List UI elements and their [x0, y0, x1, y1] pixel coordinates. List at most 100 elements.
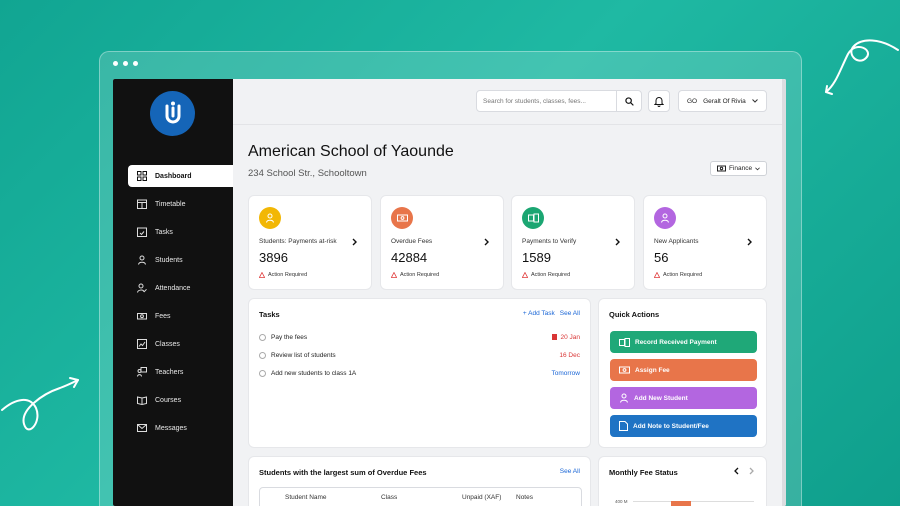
- mail-icon: [136, 423, 147, 434]
- user-check-icon: [136, 283, 147, 294]
- overdue-title: Students with the largest sum of Overdue…: [259, 468, 427, 477]
- task-item[interactable]: Pay the fees 20 Jan: [259, 332, 580, 342]
- column-header[interactable]: Notes: [516, 494, 533, 501]
- stats-row: Students: Payments at-risk 3896 Action R…: [248, 195, 767, 290]
- school-logo[interactable]: [150, 91, 195, 136]
- payment-verify-icon: [522, 207, 544, 229]
- stat-card-overdue-fees[interactable]: Overdue Fees 42884 Action Required: [380, 195, 504, 290]
- student-icon: [136, 255, 147, 266]
- warning-icon: [259, 272, 265, 278]
- sidebar-nav: Dashboard Timetable Tasks Students Atten…: [128, 165, 233, 445]
- sidebar-item-label: Teachers: [155, 368, 184, 376]
- sidebar: Dashboard Timetable Tasks Students Atten…: [113, 79, 233, 506]
- monthly-title: Monthly Fee Status: [609, 468, 678, 477]
- sidebar-item-students[interactable]: Students: [128, 249, 233, 271]
- task-checkbox[interactable]: [259, 351, 266, 359]
- quick-actions-title: Quick Actions: [609, 310, 660, 319]
- column-header[interactable]: Unpaid (XAF): [462, 494, 501, 501]
- student-icon: [259, 207, 281, 229]
- task-due-date: 20 Jan: [560, 333, 580, 341]
- sidebar-item-tasks[interactable]: Tasks: [128, 221, 233, 243]
- view-selector[interactable]: Finance: [710, 161, 767, 176]
- stat-label: New Applicants: [654, 238, 699, 245]
- task-due: 20 Jan: [552, 334, 580, 341]
- stat-card-payments-to-verify[interactable]: Payments to Verify 1589 Action Required: [511, 195, 635, 290]
- user-menu[interactable]: GO Geralt Of Rivia: [678, 90, 767, 112]
- teacher-icon: [136, 367, 147, 378]
- view-selector-label: Finance: [728, 165, 753, 172]
- notifications-button[interactable]: [648, 90, 670, 112]
- task-due: 16 Dec: [559, 352, 580, 359]
- scrollbar[interactable]: [782, 79, 786, 506]
- sidebar-item-attendance[interactable]: Attendance: [128, 277, 233, 299]
- window-controls: [113, 61, 138, 66]
- stat-value: 42884: [391, 250, 428, 265]
- search-icon: [624, 96, 634, 106]
- stat-status-text: Action Required: [400, 272, 440, 278]
- sidebar-item-label: Dashboard: [155, 172, 192, 180]
- chevron-right-icon: [615, 238, 620, 246]
- task-due: Tomorrow: [551, 370, 580, 377]
- chevron-right-icon[interactable]: [749, 467, 754, 475]
- add-task-link[interactable]: + Add Task: [523, 310, 555, 317]
- student-icon: [619, 393, 629, 403]
- money-icon: [716, 165, 726, 172]
- stat-status: Action Required: [522, 272, 570, 278]
- stat-card-new-applicants[interactable]: New Applicants 56 Action Required: [643, 195, 767, 290]
- money-icon: [619, 366, 630, 374]
- window-dot-icon: [113, 61, 118, 66]
- column-header[interactable]: Class: [381, 494, 397, 501]
- stat-card-payments-at-risk[interactable]: Students: Payments at-risk 3896 Action R…: [248, 195, 372, 290]
- task-due-date: 16 Dec: [559, 351, 580, 359]
- decorative-swirl-left: [1, 377, 79, 431]
- sidebar-item-label: Fees: [155, 312, 171, 320]
- task-checkbox[interactable]: [259, 333, 266, 341]
- stat-status: Action Required: [259, 272, 307, 278]
- chart-board-icon: [136, 339, 147, 350]
- money-icon: [391, 207, 413, 229]
- window-dot-icon: [133, 61, 138, 66]
- tasks-see-all-link[interactable]: See All: [560, 310, 580, 317]
- button-label: Add Note to Student/Fee: [633, 422, 709, 430]
- task-item[interactable]: Add new students to class 1A Tomorrow: [259, 368, 580, 378]
- sidebar-item-courses[interactable]: Courses: [128, 389, 233, 411]
- task-text: Pay the fees: [271, 333, 308, 341]
- sidebar-item-dashboard[interactable]: Dashboard: [128, 165, 233, 187]
- stat-status-text: Action Required: [531, 272, 571, 278]
- sidebar-item-classes[interactable]: Classes: [128, 333, 233, 355]
- sidebar-item-fees[interactable]: Fees: [128, 305, 233, 327]
- sidebar-item-messages[interactable]: Messages: [128, 417, 233, 439]
- tasks-actions: + Add Task See All: [523, 310, 580, 317]
- logo-icon: [165, 101, 180, 123]
- chart-bar: [671, 501, 691, 506]
- task-due-date: Tomorrow: [551, 369, 580, 377]
- avatar: GO: [687, 97, 698, 105]
- sidebar-item-label: Attendance: [155, 284, 191, 292]
- search-input[interactable]: [477, 91, 616, 111]
- top-bar: GO Geralt Of Rivia: [233, 79, 786, 125]
- stat-value: 3896: [259, 250, 288, 265]
- task-checkbox[interactable]: [259, 369, 266, 377]
- assign-fee-button[interactable]: Assign Fee: [610, 359, 757, 381]
- column-header[interactable]: Student Name: [285, 494, 327, 501]
- chevron-left-icon[interactable]: [734, 467, 739, 475]
- search-button[interactable]: [616, 91, 641, 111]
- task-item[interactable]: Review list of students 16 Dec: [259, 350, 580, 360]
- overdue-see-all-link[interactable]: See All: [560, 468, 580, 475]
- month-navigation: [734, 467, 754, 475]
- warning-icon: [654, 272, 660, 278]
- task-text: Add new students to class 1A: [271, 369, 357, 377]
- app-window: Dashboard Timetable Tasks Students Atten…: [113, 79, 786, 506]
- sidebar-item-label: Classes: [155, 340, 180, 348]
- add-note-button[interactable]: Add Note to Student/Fee: [610, 415, 757, 437]
- axis-label: 400 M: [615, 499, 628, 504]
- quick-actions-card: Quick Actions Record Received Payment As…: [598, 298, 767, 448]
- sidebar-item-teachers[interactable]: Teachers: [128, 361, 233, 383]
- record-payment-button[interactable]: Record Received Payment: [610, 331, 757, 353]
- overdue-table-header: Student Name Class Unpaid (XAF) Notes: [259, 487, 582, 506]
- dashboard-icon: [136, 171, 147, 182]
- sidebar-item-timetable[interactable]: Timetable: [128, 193, 233, 215]
- add-student-button[interactable]: Add New Student: [610, 387, 757, 409]
- chart-gridline: [633, 501, 754, 502]
- sidebar-item-label: Timetable: [155, 200, 186, 208]
